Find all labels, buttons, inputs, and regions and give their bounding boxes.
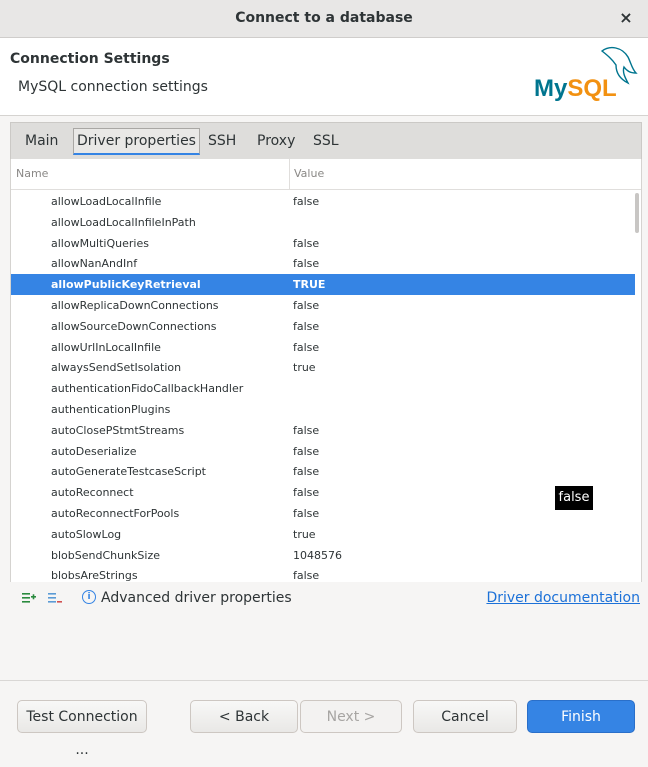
tab-proxy[interactable]: Proxy bbox=[257, 123, 295, 159]
property-name: allowLoadLocalInfile bbox=[51, 195, 162, 208]
advanced-properties-label[interactable]: Advanced driver properties bbox=[101, 583, 292, 613]
property-name: allowUrlInLocalInfile bbox=[51, 340, 161, 354]
back-button[interactable]: < Back bbox=[190, 700, 298, 733]
property-value[interactable]: false bbox=[293, 316, 319, 337]
property-value[interactable]: 1048576 bbox=[293, 545, 342, 566]
property-value[interactable]: false bbox=[293, 337, 319, 358]
table-header: Name Value bbox=[11, 159, 641, 190]
property-name: blobsAreStrings bbox=[51, 569, 138, 582]
mysql-logo-text: MySQL bbox=[534, 75, 617, 101]
footer-divider bbox=[0, 680, 648, 681]
table-row[interactable]: autoReconnect false bbox=[11, 482, 635, 503]
value-editor-popup[interactable]: false bbox=[555, 486, 593, 510]
table-row[interactable]: allowPublicKeyRetrieval TRUE bbox=[11, 274, 635, 296]
tab-bar: Main Driver properties SSH Proxy SSL bbox=[10, 122, 642, 160]
property-name: allowReplicaDownConnections bbox=[51, 299, 219, 312]
finish-button[interactable]: Finish bbox=[527, 700, 635, 733]
window-title: Connect to a database bbox=[235, 10, 413, 26]
driver-documentation-link[interactable]: Driver documentation bbox=[486, 583, 640, 613]
table-row[interactable]: allowReplicaDownConnections false bbox=[11, 295, 635, 316]
page-subtitle: MySQL connection settings bbox=[18, 79, 208, 95]
property-value[interactable]: false bbox=[293, 482, 319, 503]
property-value[interactable]: false bbox=[293, 233, 319, 254]
property-name: authenticationFidoCallbackHandler bbox=[51, 382, 244, 396]
property-value[interactable]: false bbox=[293, 295, 319, 316]
property-name: allowMultiQueries bbox=[51, 236, 149, 250]
table-row[interactable]: authenticationFidoCallbackHandler bbox=[11, 378, 635, 399]
property-value[interactable]: false bbox=[293, 253, 319, 274]
next-button[interactable]: Next > bbox=[300, 700, 402, 733]
mysql-logo: MySQL bbox=[534, 46, 638, 101]
property-value[interactable]: false bbox=[293, 191, 319, 212]
table-row[interactable]: allowMultiQueries false bbox=[11, 233, 635, 254]
property-name: allowLoadLocalInfileInPath bbox=[51, 215, 196, 229]
settings-header: Connection Settings MySQL connection set… bbox=[0, 38, 648, 116]
table-row[interactable]: authenticationPlugins bbox=[11, 399, 635, 420]
property-name: allowSourceDownConnections bbox=[51, 319, 217, 333]
remove-property-icon[interactable] bbox=[48, 591, 62, 605]
property-name: allowNanAndInf bbox=[51, 257, 138, 271]
property-value[interactable]: true bbox=[293, 524, 316, 545]
cancel-button[interactable]: Cancel bbox=[413, 700, 517, 733]
property-value[interactable]: false bbox=[293, 441, 319, 462]
property-name: autoSlowLog bbox=[51, 527, 122, 541]
table-row[interactable]: allowLoadLocalInfile false bbox=[11, 191, 635, 212]
property-name: alwaysSendSetIsolation bbox=[51, 361, 182, 375]
column-header-name[interactable]: Name bbox=[16, 159, 48, 189]
tab-ssh[interactable]: SSH bbox=[208, 123, 236, 159]
table-row[interactable]: allowLoadLocalInfileInPath bbox=[11, 212, 635, 233]
table-row[interactable]: autoSlowLog true bbox=[11, 524, 635, 545]
property-value[interactable]: false bbox=[293, 503, 319, 524]
property-name: autoReconnectForPools bbox=[51, 507, 180, 520]
table-row[interactable]: autoClosePStmtStreams false bbox=[11, 420, 635, 441]
add-property-icon[interactable] bbox=[22, 591, 36, 605]
property-value[interactable]: TRUE bbox=[293, 274, 325, 295]
property-name: autoReconnect bbox=[51, 486, 134, 500]
tab-driver-properties[interactable]: Driver properties bbox=[73, 128, 200, 155]
vertical-scrollbar[interactable] bbox=[635, 193, 639, 233]
table-row[interactable]: allowSourceDownConnections false bbox=[11, 316, 635, 337]
property-name: blobSendChunkSize bbox=[51, 548, 161, 562]
property-name: autoClosePStmtStreams bbox=[51, 423, 185, 437]
property-value[interactable]: true bbox=[293, 357, 316, 378]
page-title: Connection Settings bbox=[10, 51, 170, 67]
table-row[interactable]: alwaysSendSetIsolation true bbox=[11, 357, 635, 378]
table-row[interactable]: autoGenerateTestcaseScript false bbox=[11, 461, 635, 482]
property-value[interactable]: false bbox=[293, 420, 319, 441]
column-divider[interactable] bbox=[289, 159, 290, 189]
table-row[interactable]: blobSendChunkSize 1048576 bbox=[11, 545, 635, 566]
table-row[interactable]: blobsAreStrings false bbox=[11, 565, 635, 582]
property-name: autoGenerateTestcaseScript bbox=[51, 465, 206, 479]
tab-main[interactable]: Main bbox=[25, 123, 58, 159]
column-header-value[interactable]: Value bbox=[294, 159, 324, 189]
property-value[interactable]: false bbox=[293, 565, 319, 582]
properties-toolbar: i Advanced driver properties Driver docu… bbox=[10, 583, 640, 613]
window-titlebar: Connect to a database × bbox=[0, 0, 648, 38]
property-name: autoDeserialize bbox=[51, 444, 137, 458]
property-value[interactable]: false bbox=[293, 461, 319, 482]
table-row[interactable]: allowUrlInLocalInfile false bbox=[11, 337, 635, 358]
tab-ssl[interactable]: SSL bbox=[313, 123, 339, 159]
table-row[interactable]: autoDeserialize false bbox=[11, 441, 635, 462]
close-icon[interactable]: × bbox=[614, 6, 638, 30]
property-name: allowPublicKeyRetrieval bbox=[51, 278, 201, 292]
driver-properties-table: Name Value allowLoadLocalInfile false allo… bbox=[10, 159, 642, 582]
table-row[interactable]: allowNanAndInf false bbox=[11, 253, 635, 274]
table-row[interactable]: autoReconnectForPools false bbox=[11, 503, 635, 524]
test-connection-button[interactable]: Test Connection ... bbox=[17, 700, 147, 758]
property-name: authenticationPlugins bbox=[51, 403, 171, 416]
info-icon: i bbox=[82, 590, 96, 604]
